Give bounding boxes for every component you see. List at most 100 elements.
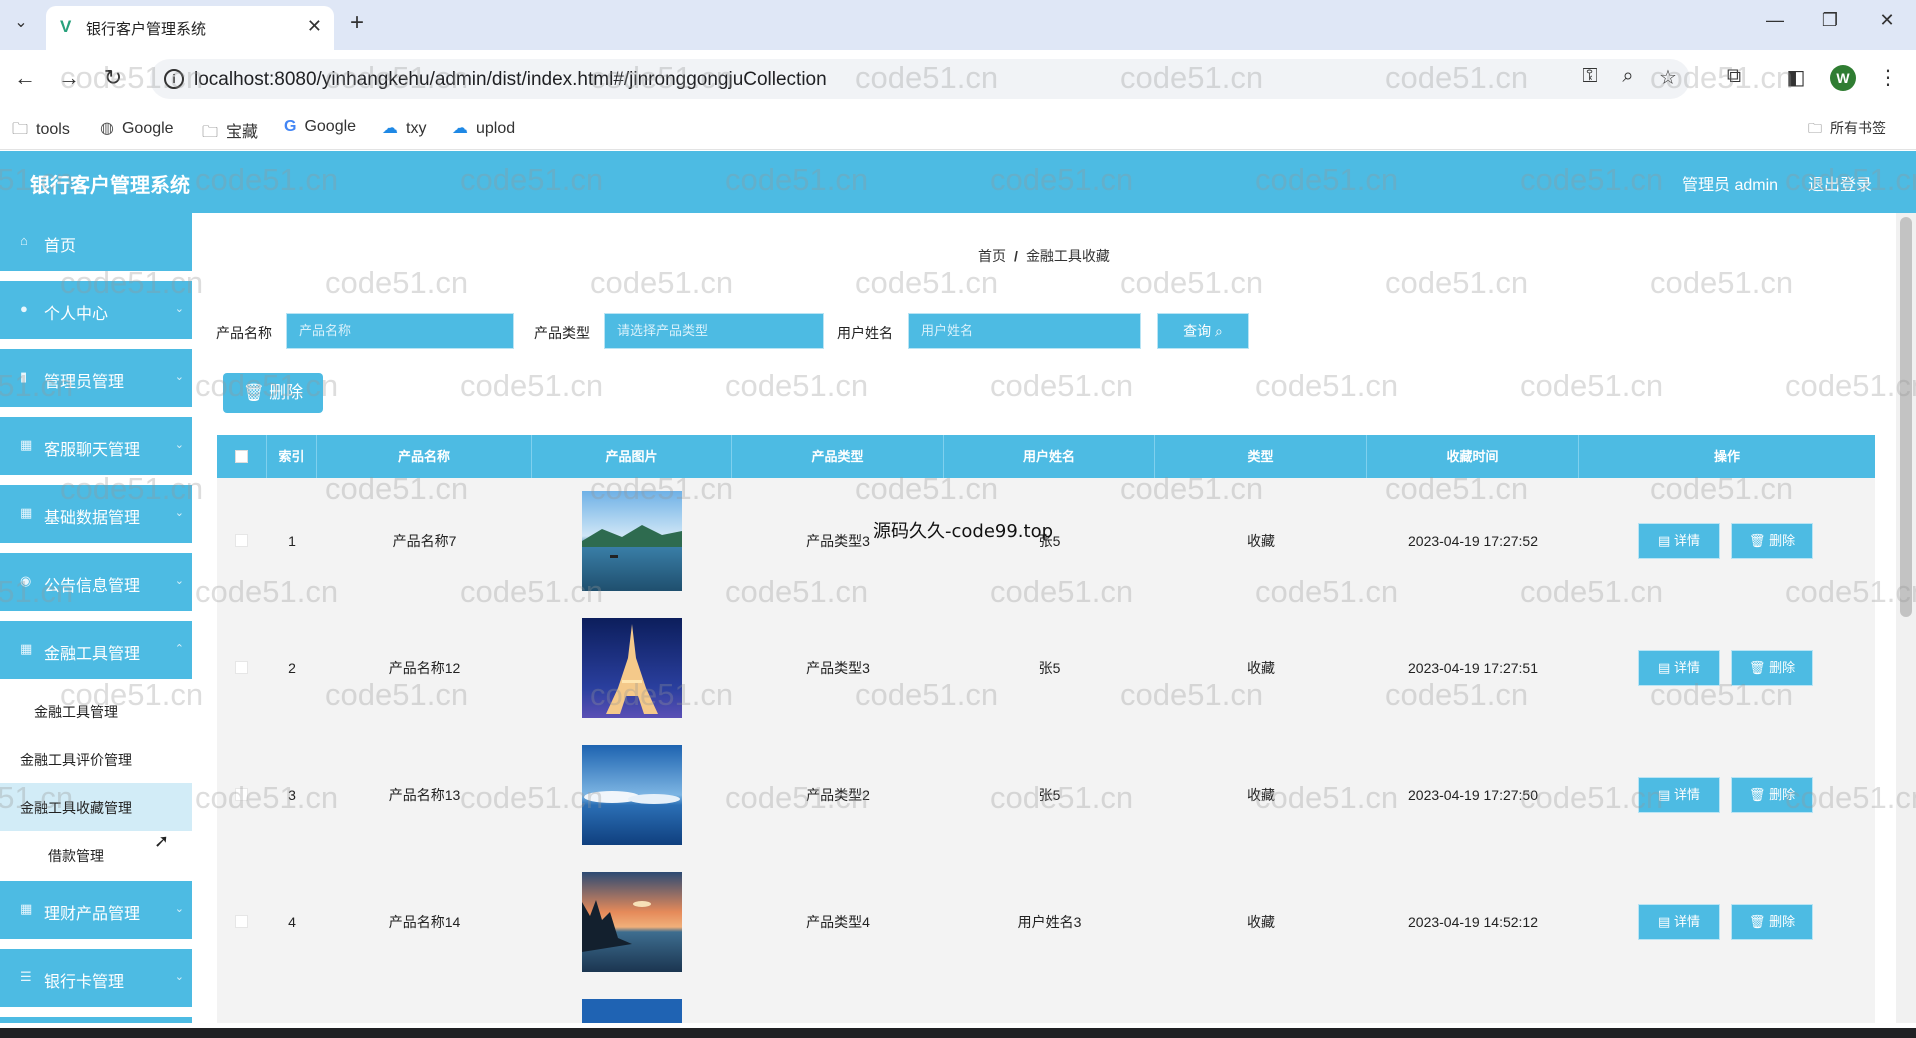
minimize-icon[interactable]: — (1760, 10, 1790, 31)
menu-financial-tools[interactable]: ▦ 金融工具管理 ⌃ (0, 621, 192, 681)
bookmark-uplod[interactable]: ☁ uplod (452, 118, 515, 138)
app-header: 银行客户管理系统 管理员 admin 退出登录 (0, 151, 1916, 213)
window-close-icon[interactable]: ✕ (1872, 10, 1902, 31)
product-name-input[interactable]: 产品名称 (286, 313, 514, 349)
menu-bank-cards[interactable]: ☰ 银行卡管理 ⌄ (0, 949, 192, 1009)
header-user-name[interactable]: 用户姓名 (944, 435, 1155, 478)
detail-button[interactable]: ▤ 详情 (1638, 523, 1720, 559)
header-index[interactable]: 索引 (267, 435, 317, 478)
reload-icon[interactable]: ↻ (98, 64, 128, 92)
cell-product-name: 产品名称13 (388, 787, 461, 803)
chevron-down-icon: ⌄ (174, 575, 184, 587)
table-header: 索引 产品名称 产品图片 产品类型 用户姓名 类型 收藏时间 操作 (217, 435, 1875, 478)
password-key-icon[interactable]: ⚿ (1576, 65, 1604, 88)
header-kind[interactable]: 类型 (1155, 435, 1367, 478)
product-image-sunset-coast[interactable] (582, 872, 682, 972)
submenu-financial-tools[interactable]: 金融工具管理 (0, 687, 192, 735)
row-delete-button[interactable]: 🗑 删除 (1731, 904, 1813, 940)
product-image-partial[interactable] (582, 999, 682, 1023)
header-product-type[interactable]: 产品类型 (732, 435, 944, 478)
row-delete-button[interactable]: 🗑 删除 (1731, 777, 1813, 813)
menu-personal-center[interactable]: ● 个人中心 ⌄ (0, 281, 192, 341)
user-name-input[interactable]: 用户姓名 (908, 313, 1141, 349)
submenu-tool-reviews[interactable]: 金融工具评价管理 (0, 735, 192, 783)
batch-delete-button[interactable]: 🗑 删除 (223, 373, 323, 413)
row-checkbox[interactable] (235, 661, 248, 674)
list-icon: ☰ (20, 969, 32, 984)
address-bar[interactable]: i localhost:8080/yinhangkehu/admin/dist/… (150, 59, 1690, 99)
back-icon[interactable]: ← (10, 64, 40, 92)
zoom-icon[interactable]: ⌕ (1614, 65, 1642, 88)
table-row: 2 产品名称12 产品类型3 张5 收藏 2023-04-19 17:27:51… (217, 605, 1875, 732)
page-scrollbar[interactable] (1896, 213, 1916, 1023)
cell-collect-time: 2023-04-19 17:27:50 (1408, 787, 1538, 803)
select-all-checkbox[interactable] (235, 450, 248, 463)
detail-button[interactable]: ▤ 详情 (1638, 777, 1720, 813)
row-checkbox[interactable] (235, 534, 248, 547)
chevron-down-icon: ⌄ (174, 971, 184, 983)
profile-avatar[interactable]: W (1830, 65, 1856, 91)
product-image-sea-clouds[interactable] (582, 745, 682, 845)
new-tab-icon[interactable]: + (350, 10, 364, 36)
site-info-icon[interactable]: i (164, 69, 184, 89)
chevron-down-icon: ⌄ (174, 303, 184, 315)
detail-button[interactable]: ▤ 详情 (1638, 904, 1720, 940)
bookmark-txy[interactable]: ☁ txy (382, 118, 426, 138)
extensions-icon[interactable]: ⧉ (1720, 65, 1748, 88)
document-icon: ▤ (1658, 533, 1671, 548)
menu-next[interactable] (0, 1017, 192, 1023)
menu-service-chat[interactable]: ▦ 客服聊天管理 ⌄ (0, 417, 192, 477)
header-collect-time[interactable]: 收藏时间 (1367, 435, 1579, 478)
submenu-tool-collections[interactable]: 金融工具收藏管理 (0, 783, 192, 831)
menu-wealth-products[interactable]: ▦ 理财产品管理 ⌄ (0, 881, 192, 941)
logout-link[interactable]: 退出登录 (1808, 171, 1872, 195)
cell-collect-time: 2023-04-19 14:52:12 (1408, 914, 1538, 930)
menu-home[interactable]: ⌂ 首页 (0, 213, 192, 273)
grid-icon: ▦ (20, 505, 33, 520)
cell-index: 1 (288, 533, 296, 549)
url-text[interactable]: localhost:8080/yinhangkehu/admin/dist/in… (194, 69, 827, 91)
tab-search-icon[interactable]: ⌄ (8, 10, 34, 36)
row-delete-button[interactable]: 🗑 删除 (1731, 523, 1813, 559)
cell-product-type: 产品类型2 (806, 787, 870, 803)
trash-icon: 🗑 (242, 383, 265, 402)
tab-close-icon[interactable]: ✕ (307, 16, 322, 37)
row-checkbox[interactable] (235, 915, 248, 928)
menu-base-data[interactable]: ▦ 基础数据管理 ⌄ (0, 485, 192, 545)
breadcrumb-home[interactable]: 首页 (978, 248, 1006, 264)
table-row (217, 986, 1875, 1023)
watermark-center: 源码久久-code99.top (873, 521, 1054, 542)
query-button[interactable]: 查询 ⌕ (1157, 313, 1249, 349)
header-product-name[interactable]: 产品名称 (317, 435, 532, 478)
scrollbar-thumb[interactable] (1900, 217, 1912, 617)
detail-button[interactable]: ▤ 详情 (1638, 650, 1720, 686)
trash-icon: 🗑 (1748, 914, 1766, 929)
bookmark-tools[interactable]: 🗀 tools (12, 118, 70, 145)
cell-index: 3 (288, 787, 296, 803)
bookmark-star-icon[interactable]: ☆ (1654, 65, 1682, 90)
row-delete-button[interactable]: 🗑 删除 (1731, 650, 1813, 686)
table-row: 4 产品名称14 产品类型4 用户姓名3 收藏 2023-04-19 14:52… (217, 859, 1875, 986)
browser-tab[interactable]: V 银行客户管理系统 ✕ (46, 6, 334, 50)
menu-announcements[interactable]: ◉ 公告信息管理 ⌄ (0, 553, 192, 613)
browser-toolbar: ← → ↻ i localhost:8080/yinhangkehu/admin… (0, 50, 1916, 108)
trash-icon: 🗑 (1748, 660, 1766, 675)
folder-icon: 🗀 (12, 121, 29, 138)
product-image-lake[interactable] (582, 491, 682, 591)
product-type-select[interactable]: 请选择产品类型 (604, 313, 824, 349)
current-user: 管理员 admin (1682, 177, 1779, 194)
restore-icon[interactable]: ❐ (1815, 10, 1845, 31)
browser-menu-icon[interactable]: ⋮ (1874, 65, 1902, 90)
menu-admin-management[interactable]: ▮ 管理员管理 ⌄ (0, 349, 192, 409)
forward-icon[interactable]: → (54, 64, 84, 92)
bookmark-google-1[interactable]: ◍ Google (100, 118, 174, 138)
product-image-eiffel-tower[interactable] (582, 618, 682, 718)
search-icon: ⌕ (1215, 323, 1223, 339)
bookmark-treasure[interactable]: 🗀 宝藏 (202, 118, 258, 148)
bookmark-google-2[interactable]: G Google (284, 118, 356, 136)
header-product-image[interactable]: 产品图片 (532, 435, 732, 478)
side-panel-icon[interactable]: ◧ (1782, 65, 1810, 90)
row-checkbox[interactable] (235, 788, 248, 801)
tab-title: 银行客户管理系统 (86, 21, 207, 38)
all-bookmarks[interactable]: 🗀 所有书签 (1808, 118, 1886, 142)
